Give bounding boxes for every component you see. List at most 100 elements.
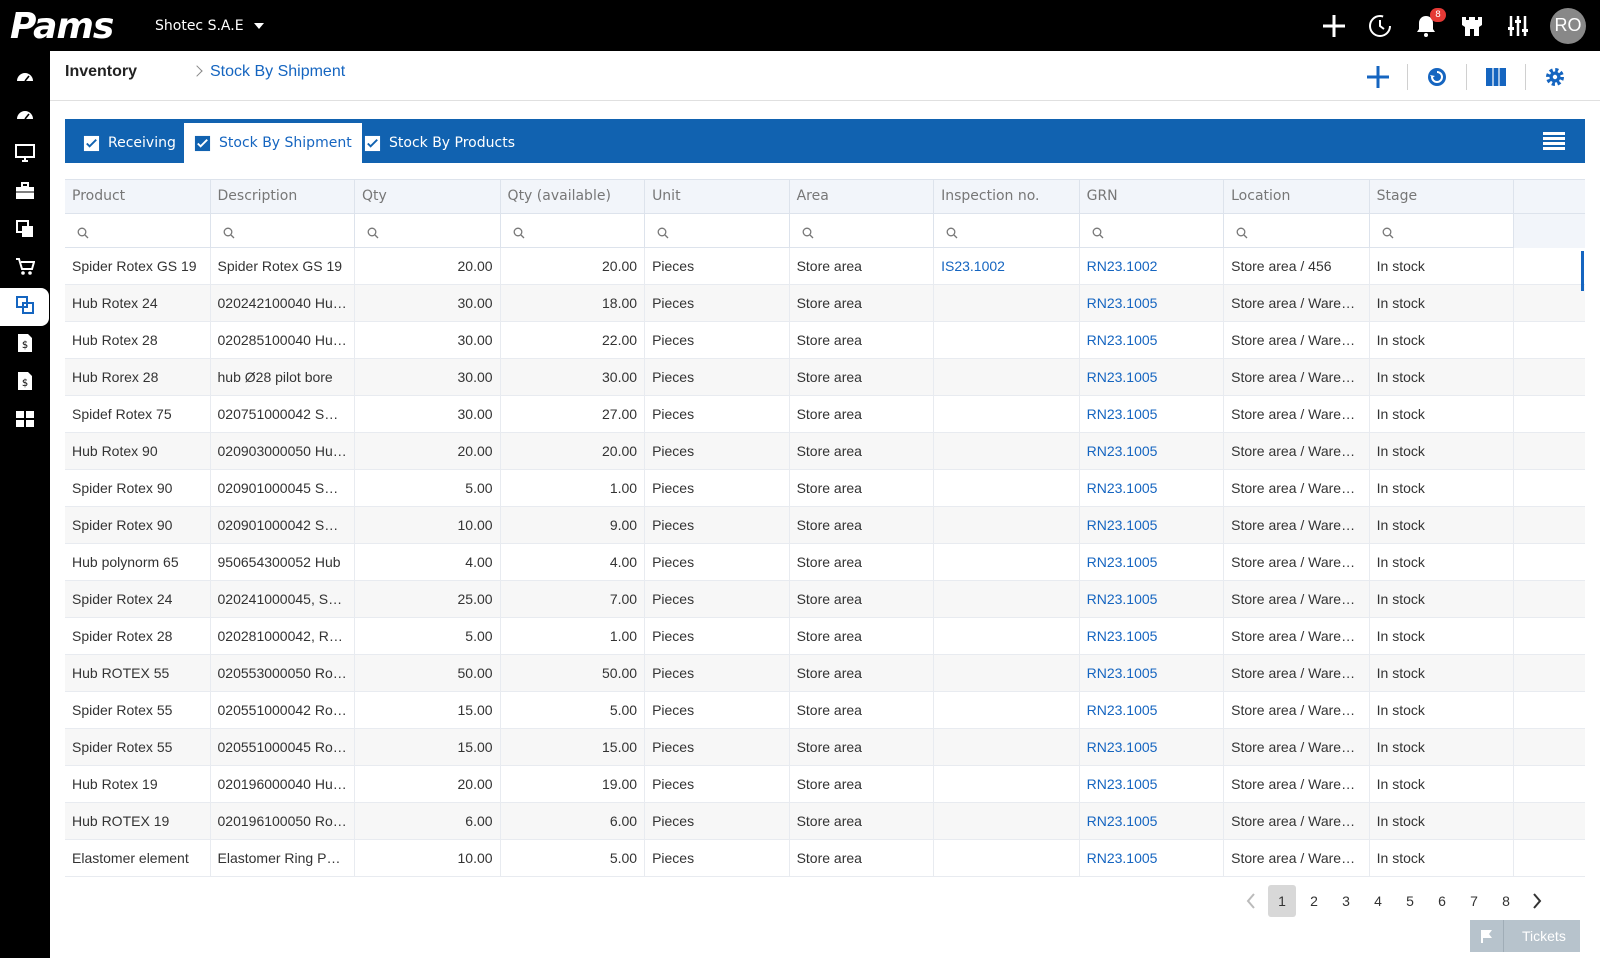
table-cell-link[interactable]: RN23.1005 (1080, 396, 1225, 433)
table-row[interactable]: Spider Rotex 24 020241000045, Spider 25.00… (65, 581, 1585, 618)
history-icon[interactable] (1366, 12, 1394, 40)
column-header[interactable]: Area (790, 180, 935, 214)
table-cell-link[interactable]: RN23.1005 (1080, 581, 1225, 618)
table-row[interactable]: Spider Rotex 90 020901000042 SPIDER 10.00 9… (65, 507, 1585, 544)
table-row[interactable]: Spider Rotex GS 19 Spider Rotex GS 19 20.0… (65, 248, 1585, 285)
bell-icon[interactable]: 8 (1412, 7, 1446, 40)
page-button[interactable]: 4 (1364, 885, 1392, 917)
tab-stock-by-products[interactable]: Stock By Products (354, 123, 525, 163)
sidebar-item-9[interactable] (0, 402, 50, 440)
column-filter-input[interactable] (1370, 214, 1515, 248)
app-logo[interactable]: Pams (10, 6, 114, 47)
table-cell-link[interactable]: RN23.1005 (1080, 766, 1225, 803)
table-cell-link[interactable]: RN23.1005 (1080, 692, 1225, 729)
user-avatar[interactable]: RO (1550, 7, 1586, 44)
table-cell: 020903000050 Hub Rotex (211, 433, 356, 470)
column-filter-input[interactable] (501, 214, 646, 248)
table-cell-link[interactable]: RN23.1005 (1080, 655, 1225, 692)
table-cell-link[interactable]: RN23.1005 (1080, 803, 1225, 840)
menu-icon[interactable] (1543, 131, 1565, 151)
table-cell-link[interactable]: RN23.1002 (1080, 248, 1225, 285)
sidebar-item-0[interactable] (0, 60, 50, 98)
table-row[interactable]: Hub ROTEX 55 020553000050 Rotex 50.00 50.00… (65, 655, 1585, 692)
tab-stock-by-shipment[interactable]: Stock By Shipment (184, 123, 362, 163)
column-filter-input[interactable] (645, 214, 790, 248)
table-row[interactable]: Hub ROTEX 19 020196100050 Rotex 6.00 6.00 Pi… (65, 803, 1585, 840)
page-button[interactable]: 2 (1300, 885, 1328, 917)
company-selector[interactable]: Shotec S.A.E (155, 18, 264, 34)
divider (1407, 64, 1408, 90)
table-cell-link (934, 803, 1080, 840)
table-row[interactable]: Spider Rotex 55 020551000042 Rotex 15.00 5.… (65, 692, 1585, 729)
page-button[interactable]: 3 (1332, 885, 1360, 917)
table-row[interactable]: Hub Rotex 90020903000050 Hub Rotex20.002… (65, 433, 1585, 470)
add-icon[interactable] (1320, 12, 1348, 40)
sidebar-item-5[interactable] (0, 250, 50, 288)
sidebar-item-6[interactable] (0, 288, 49, 326)
sidebar-item-7[interactable]: $ (0, 326, 50, 364)
table-row[interactable]: Spider Rotex 90 020901000045 SPIDER 5.00 1.… (65, 470, 1585, 507)
page-button[interactable]: 6 (1428, 885, 1456, 917)
column-filter-input[interactable] (211, 214, 356, 248)
table-cell-link[interactable]: RN23.1005 (1080, 840, 1225, 877)
sidebar-item-8[interactable]: $ (0, 364, 50, 402)
page-button[interactable]: 1 (1268, 885, 1296, 917)
column-filter-input[interactable] (65, 214, 211, 248)
table-row[interactable]: Hub polynorm 65 950654300052 Hub 4.00 4.00 P… (65, 544, 1585, 581)
column-header[interactable]: Stage (1370, 180, 1515, 214)
tab-receiving[interactable]: Receiving (73, 123, 186, 163)
column-header[interactable]: Unit (645, 180, 790, 214)
table-row[interactable]: Hub Rorex 28 hub Ø28 pilot bore 30.00 30.00… (65, 359, 1585, 396)
table-row[interactable]: Spider Rotex 28 020281000042, Rotex 5.00 1.… (65, 618, 1585, 655)
castle-icon[interactable] (1458, 12, 1486, 40)
column-filter-input[interactable] (790, 214, 935, 248)
table-cell-link[interactable]: RN23.1005 (1080, 433, 1225, 470)
table-row[interactable]: Spidef Rotex 75 020751000042 SPIDER 30.00 2… (65, 396, 1585, 433)
tickets-button[interactable]: Tickets (1470, 920, 1580, 952)
add-button[interactable] (1363, 63, 1393, 91)
table-row[interactable]: Hub Rotex 24020242100040 Hub Rotex 2430.… (65, 285, 1585, 322)
column-header[interactable]: Location (1224, 180, 1370, 214)
table-cell-link[interactable]: RN23.1005 (1080, 618, 1225, 655)
column-header[interactable]: GRN (1080, 180, 1225, 214)
sidebar-item-2[interactable] (0, 136, 50, 174)
table-cell-link[interactable]: RN23.1005 (1080, 285, 1225, 322)
column-filter-input[interactable] (1080, 214, 1225, 248)
table-row[interactable]: Spider Rotex 55 020551000045 Rotex 15.00 15… (65, 729, 1585, 766)
table-cell-link[interactable]: IS23.1002 (934, 248, 1080, 285)
column-header[interactable]: Qty (355, 180, 501, 214)
table-row[interactable]: Hub Rotex 28020285100040 Hub Rotex 2830.… (65, 322, 1585, 359)
grid-icon (15, 409, 35, 433)
table-row[interactable]: Elastomer elementElastomer Ring Polyuret… (65, 840, 1585, 877)
column-header[interactable]: Description (211, 180, 356, 214)
sidebar-item-3[interactable] (0, 174, 50, 212)
table-cell-link[interactable]: RN23.1005 (1080, 322, 1225, 359)
columns-button[interactable] (1481, 63, 1511, 91)
column-header[interactable]: Inspection no. (934, 180, 1080, 214)
column-filter-input[interactable] (934, 214, 1080, 248)
table-cell-link[interactable]: RN23.1005 (1080, 470, 1225, 507)
breadcrumb-root[interactable]: Inventory (65, 63, 137, 81)
sidebar-item-1[interactable] (0, 98, 50, 136)
column-filter-input[interactable] (1224, 214, 1370, 248)
scrollbar[interactable] (1581, 251, 1584, 291)
table-cell-link[interactable]: RN23.1005 (1080, 359, 1225, 396)
table-cell: Pieces (645, 322, 790, 359)
chevron-left-icon[interactable] (1238, 885, 1264, 917)
settings-button[interactable] (1540, 63, 1570, 91)
sidebar-item-4[interactable] (0, 212, 50, 250)
table-cell-link[interactable]: RN23.1005 (1080, 544, 1225, 581)
table-cell-link[interactable]: RN23.1005 (1080, 507, 1225, 544)
refresh-button[interactable] (1422, 63, 1452, 91)
column-header[interactable]: Product (65, 180, 211, 214)
page-button[interactable]: 8 (1492, 885, 1520, 917)
sliders-icon[interactable] (1504, 12, 1532, 40)
table-cell-link[interactable]: RN23.1005 (1080, 729, 1225, 766)
table-row[interactable]: Hub Rotex 19020196000040 Hub Rotex20.001… (65, 766, 1585, 803)
column-header[interactable]: Qty (available) (501, 180, 646, 214)
table-cell: Store area (790, 433, 935, 470)
chevron-right-icon[interactable] (1524, 885, 1550, 917)
page-button[interactable]: 7 (1460, 885, 1488, 917)
page-button[interactable]: 5 (1396, 885, 1424, 917)
column-filter-input[interactable] (355, 214, 501, 248)
